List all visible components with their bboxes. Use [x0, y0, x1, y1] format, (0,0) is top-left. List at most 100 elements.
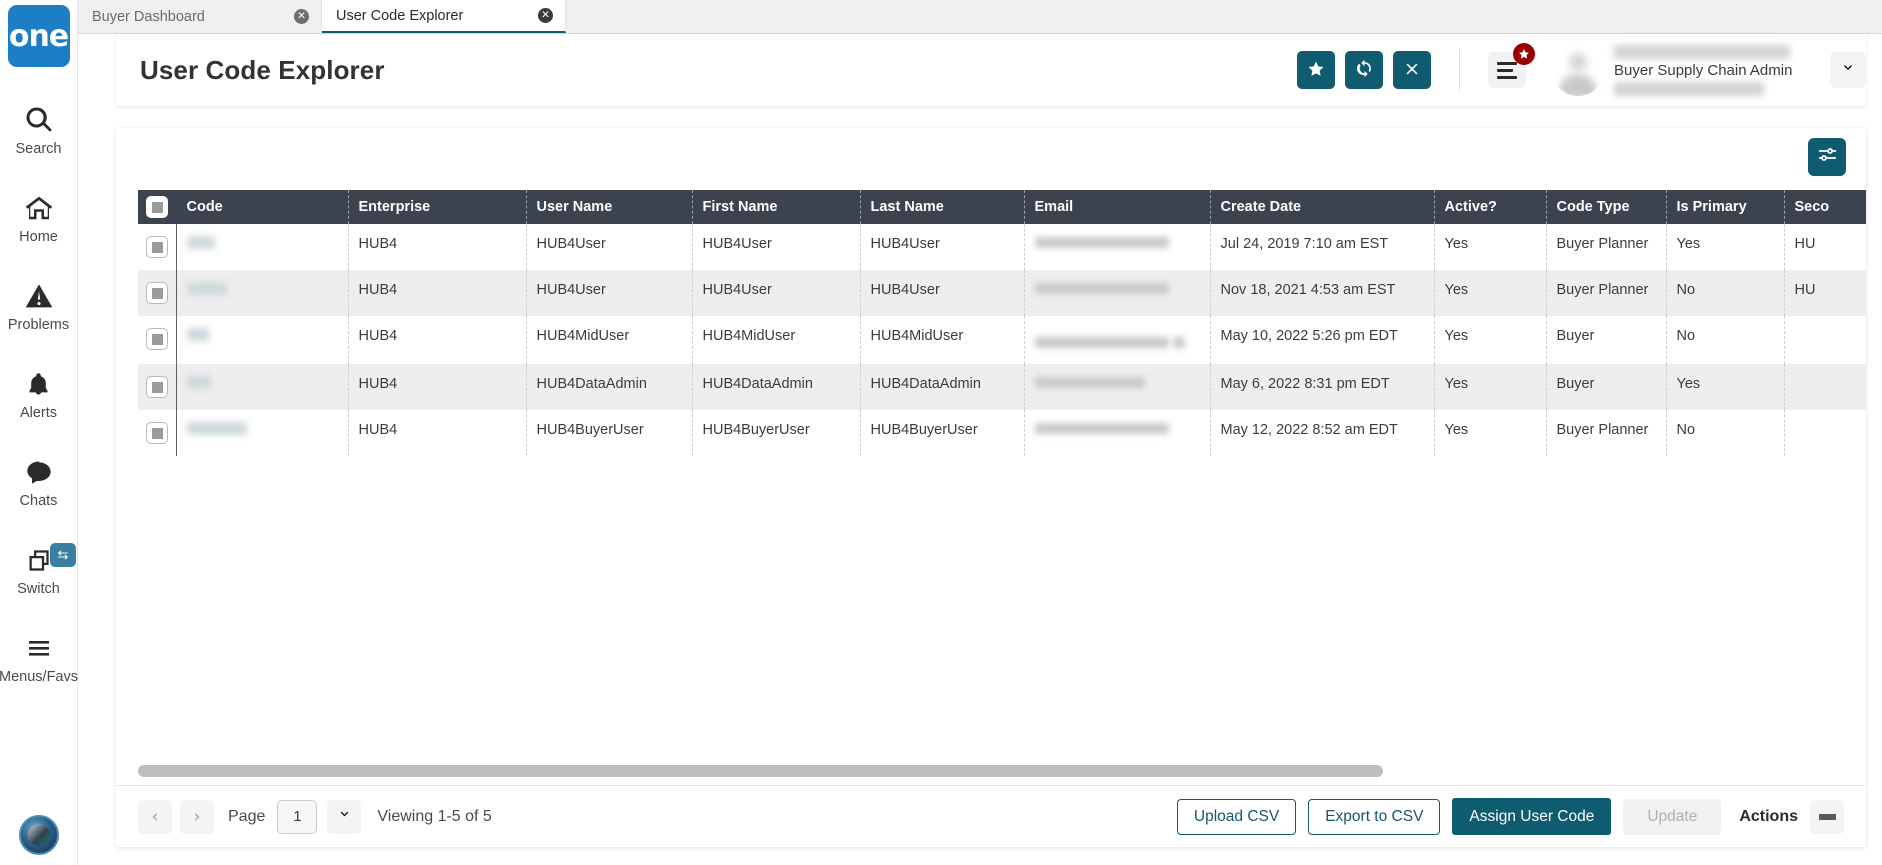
sidebar-item-label: Search	[15, 141, 62, 157]
page-label: Page	[228, 807, 266, 825]
actions-label: Actions	[1739, 807, 1798, 825]
row-checkbox[interactable]	[146, 282, 168, 304]
home-icon	[23, 191, 55, 225]
email-redacted-overflow	[1172, 337, 1185, 348]
cell-create-date: May 6, 2022 8:31 pm EDT	[1210, 364, 1435, 410]
column-header-secondary[interactable]: Seco	[1784, 190, 1866, 224]
cell-enterprise: HUB4	[348, 316, 527, 364]
cell-create-date: Nov 18, 2021 4:53 am EST	[1210, 270, 1435, 316]
code-redacted	[186, 376, 211, 389]
profile-dropdown-button[interactable]	[1830, 52, 1866, 88]
swap-arrows-icon[interactable]: ⇆	[50, 543, 76, 567]
row-select-cell	[138, 316, 176, 364]
table-row[interactable]: HUB4 HUB4BuyerUser HUB4BuyerUser HUB4Buy…	[138, 410, 1866, 456]
sidebar-item-label: Alerts	[19, 405, 58, 421]
code-redacted	[186, 328, 209, 341]
sidebar-item-menus-favs[interactable]: Menus/Favs	[0, 621, 78, 693]
next-page-button[interactable]: ›	[180, 799, 214, 834]
user-profile[interactable]: Buyer Supply Chain Admin	[1552, 44, 1802, 96]
grid-scroll-area[interactable]: Code Enterprise User Name First Name Las…	[116, 190, 1866, 785]
search-icon	[24, 103, 54, 137]
upload-csv-button[interactable]: Upload CSV	[1176, 798, 1297, 835]
sidebar-item-chats[interactable]: Chats	[0, 445, 77, 517]
assistant-launcher[interactable]	[18, 815, 59, 855]
close-circle-icon[interactable]: ✕	[294, 9, 309, 24]
header-menu-button[interactable]	[1488, 43, 1535, 88]
table-row[interactable]: HUB4 HUB4DataAdmin HUB4DataAdmin HUB4Dat…	[138, 364, 1866, 410]
actions-menu-button[interactable]	[1810, 799, 1844, 834]
x-icon	[1404, 61, 1420, 80]
cell-code	[175, 224, 349, 270]
chat-bubble-icon	[24, 455, 54, 489]
tab-label: Buyer Dashboard	[92, 8, 205, 25]
column-header-first-name[interactable]: First Name	[692, 190, 861, 224]
sidebar-item-search[interactable]: Search	[0, 93, 77, 165]
sidebar-item-home[interactable]: Home	[0, 181, 77, 253]
close-button[interactable]	[1393, 51, 1431, 89]
table-row[interactable]: HUB4 HUB4MidUser HUB4MidUser HUB4MidUser…	[138, 316, 1866, 364]
profile-name-redacted	[1614, 44, 1790, 59]
previous-page-button[interactable]: ‹	[138, 799, 172, 834]
page-input[interactable]	[277, 799, 318, 834]
row-checkbox[interactable]	[146, 236, 168, 258]
table-row[interactable]: HUB4 HUB4User HUB4User HUB4User Nov 18, …	[138, 270, 1866, 316]
favorite-button[interactable]	[1297, 51, 1335, 89]
column-header-last-name[interactable]: Last Name	[860, 190, 1025, 224]
cell-is-primary: Yes	[1666, 364, 1785, 410]
row-select-cell	[138, 270, 176, 316]
cell-is-primary: No	[1666, 316, 1785, 364]
horizontal-scrollbar[interactable]	[138, 765, 1844, 777]
column-header-code-type[interactable]: Code Type	[1546, 190, 1667, 224]
cell-first-name: HUB4User	[692, 224, 861, 270]
refresh-button[interactable]	[1345, 51, 1383, 89]
scrollbar-thumb[interactable]	[138, 765, 1384, 777]
sidebar-item-label: Switch	[17, 581, 60, 597]
column-header-email[interactable]: Email	[1024, 190, 1211, 224]
code-redacted	[186, 282, 227, 295]
cell-user-name: HUB4User	[526, 270, 693, 316]
row-checkbox[interactable]	[146, 376, 168, 398]
column-header-user-name[interactable]: User Name	[526, 190, 693, 224]
code-redacted	[186, 422, 247, 435]
column-header-active[interactable]: Active?	[1434, 190, 1547, 224]
tab-buyer-dashboard[interactable]: Buyer Dashboard ✕	[78, 0, 322, 33]
table-row[interactable]: HUB4 HUB4User HUB4User HUB4User Jul 24, …	[138, 224, 1866, 270]
close-circle-icon[interactable]: ✕	[538, 8, 553, 23]
cell-is-primary: No	[1666, 410, 1785, 456]
chevron-down-icon	[337, 807, 352, 827]
row-checkbox[interactable]	[146, 328, 168, 350]
column-header-create-date[interactable]: Create Date	[1210, 190, 1435, 224]
grid-footer: ‹ › Page Viewing 1-5 of 5 Upload CSV Exp…	[116, 785, 1866, 847]
sidebar-item-problems[interactable]: Problems	[0, 269, 77, 341]
tab-user-code-explorer[interactable]: User Code Explorer ✕	[322, 0, 566, 33]
select-all-checkbox[interactable]	[146, 196, 168, 218]
cell-active: Yes	[1434, 270, 1547, 316]
page-title: User Code Explorer	[140, 54, 385, 85]
cell-enterprise: HUB4	[348, 410, 527, 456]
column-header-code[interactable]: Code	[176, 190, 349, 224]
column-header-is-primary[interactable]: Is Primary	[1666, 190, 1785, 224]
refresh-icon	[1355, 59, 1374, 81]
row-checkbox[interactable]	[146, 422, 168, 444]
grid-settings-button[interactable]	[1808, 138, 1846, 176]
cell-user-name: HUB4BuyerUser	[526, 410, 693, 456]
hamburger-icon	[24, 631, 54, 665]
sidebar-item-alerts[interactable]: Alerts	[0, 357, 77, 429]
export-to-csv-button[interactable]: Export to CSV	[1308, 798, 1441, 835]
assistant-avatar-icon[interactable]	[18, 815, 59, 855]
cell-code	[175, 316, 349, 364]
assign-user-code-button[interactable]: Assign User Code	[1452, 798, 1612, 835]
star-icon	[1307, 60, 1325, 81]
chevron-left-icon: ‹	[151, 806, 159, 827]
cell-code	[175, 410, 349, 456]
cell-code-type: Buyer Planner	[1546, 224, 1667, 270]
one-logo[interactable]: one	[7, 5, 70, 67]
cell-first-name: HUB4MidUser	[692, 316, 861, 364]
cell-create-date: May 12, 2022 8:52 am EDT	[1210, 410, 1435, 456]
cell-secondary	[1784, 410, 1866, 456]
code-redacted	[186, 236, 215, 249]
sidebar-item-switch[interactable]: ⇆ Switch	[0, 533, 77, 605]
page-size-dropdown[interactable]	[327, 799, 362, 834]
column-header-enterprise[interactable]: Enterprise	[348, 190, 527, 224]
cell-active: Yes	[1434, 410, 1547, 456]
